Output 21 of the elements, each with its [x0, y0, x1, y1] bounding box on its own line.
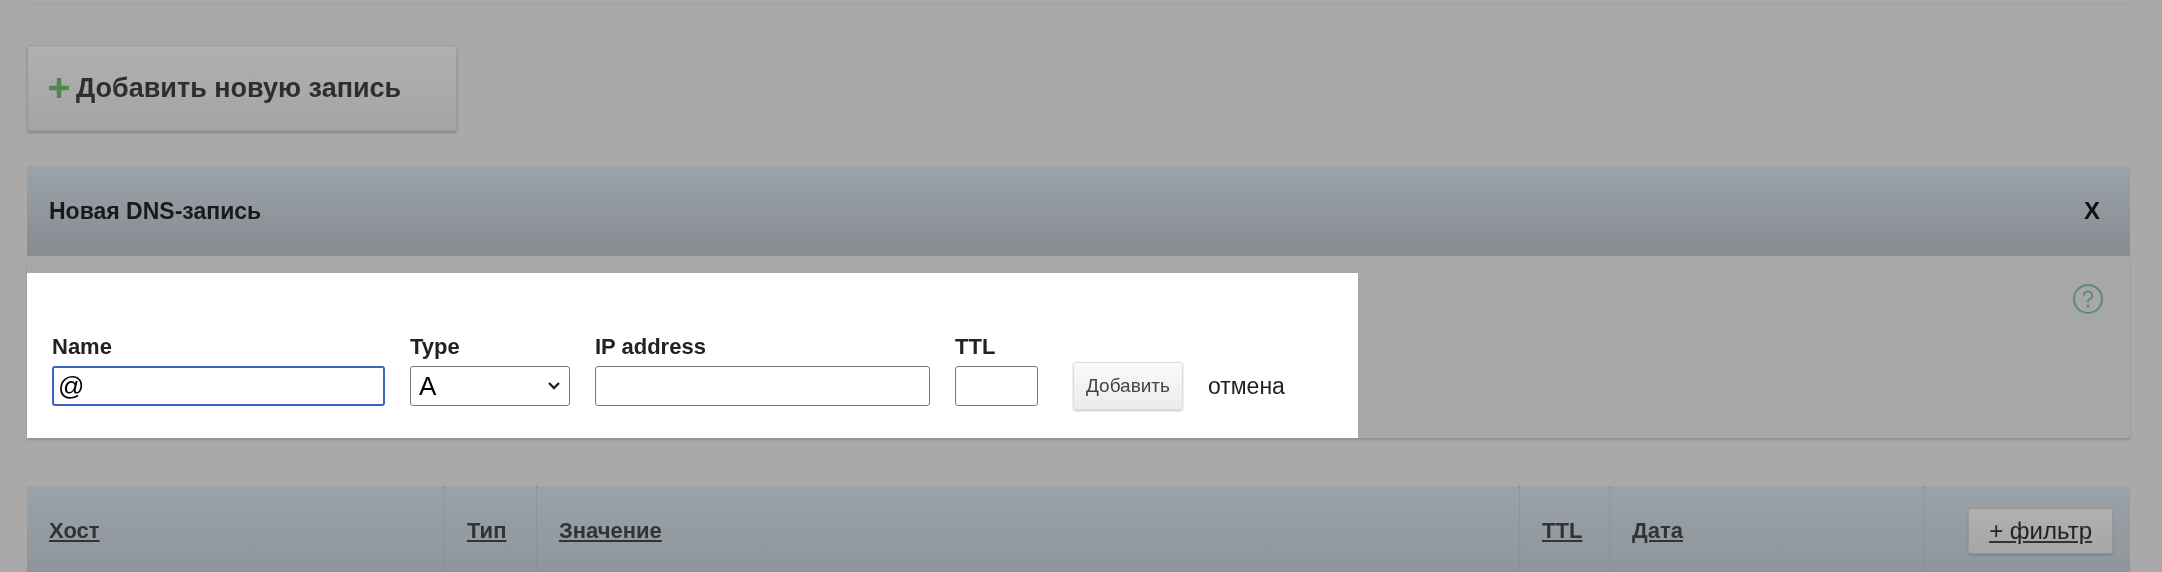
column-header[interactable]: TTL: [1520, 486, 1610, 572]
filter-button[interactable]: + фильтр: [1968, 508, 2113, 554]
column-header[interactable]: Значение: [537, 486, 1520, 572]
plus-icon: [48, 77, 70, 99]
panel-title: Новая DNS-запись: [49, 197, 262, 225]
input-field[interactable]: [595, 366, 930, 406]
cancel-link[interactable]: отмена: [1208, 373, 1285, 400]
field-label: TTL: [955, 334, 997, 360]
add-button[interactable]: Добавить: [1073, 362, 1183, 410]
add-record-button[interactable]: Добавить новую запись: [27, 45, 457, 131]
field-label: Name: [52, 334, 113, 360]
column-header[interactable]: Дата: [1610, 486, 1925, 572]
field-label: IP address: [595, 334, 707, 360]
chevron-icon: [547, 381, 561, 391]
column-header[interactable]: Тип: [445, 486, 537, 572]
type-select[interactable]: A: [410, 366, 570, 406]
input-field[interactable]: @: [52, 366, 385, 406]
input-field[interactable]: [955, 366, 1038, 406]
column-header[interactable]: Хост: [27, 486, 445, 572]
field-label: Type: [410, 334, 461, 360]
close-button[interactable]: X: [2084, 197, 2100, 225]
